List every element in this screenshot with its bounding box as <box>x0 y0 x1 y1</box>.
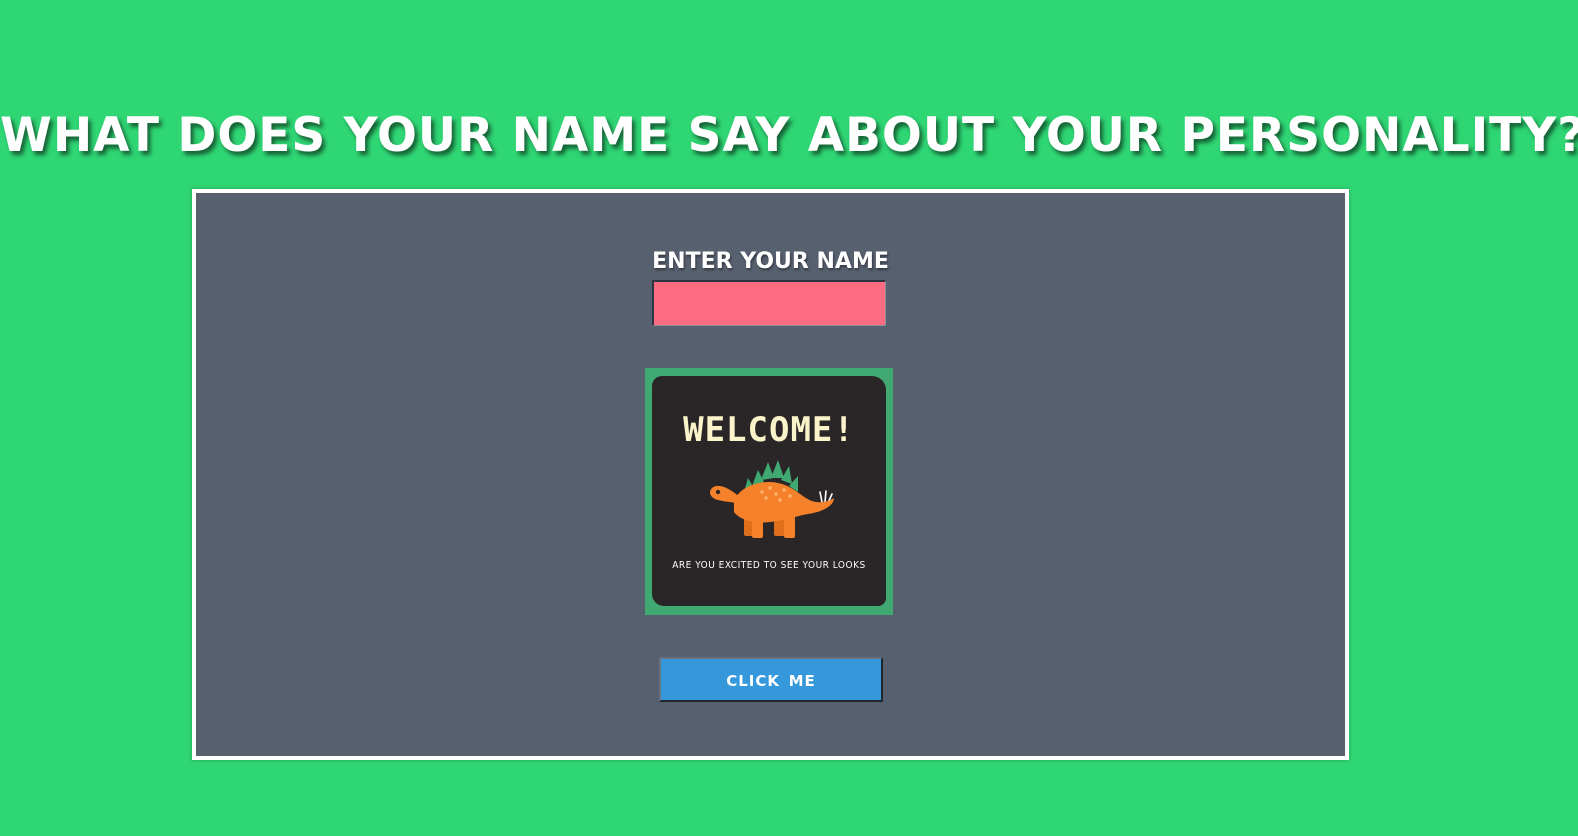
welcome-subtitle: Are you excited to see your looks <box>672 560 866 571</box>
click-me-button-label: Click me <box>726 667 816 692</box>
click-me-button[interactable]: Click me <box>659 657 883 702</box>
name-field-label: Enter your name <box>652 249 889 274</box>
quiz-panel: Enter your name WELCOME! <box>192 189 1349 760</box>
welcome-image-background: WELCOME! ARE YOU EXCITED TO SEE YOUR LOO… <box>652 376 886 606</box>
stegosaurus-dinosaur-icon <box>710 460 834 538</box>
welcome-heading: WELCOME! <box>683 410 855 450</box>
name-input[interactable] <box>652 280 886 326</box>
page-title: What does your name say about your perso… <box>0 108 1578 163</box>
welcome-image: WELCOME! ARE YOU EXCITED TO SEE YOUR LOO… <box>645 368 893 615</box>
